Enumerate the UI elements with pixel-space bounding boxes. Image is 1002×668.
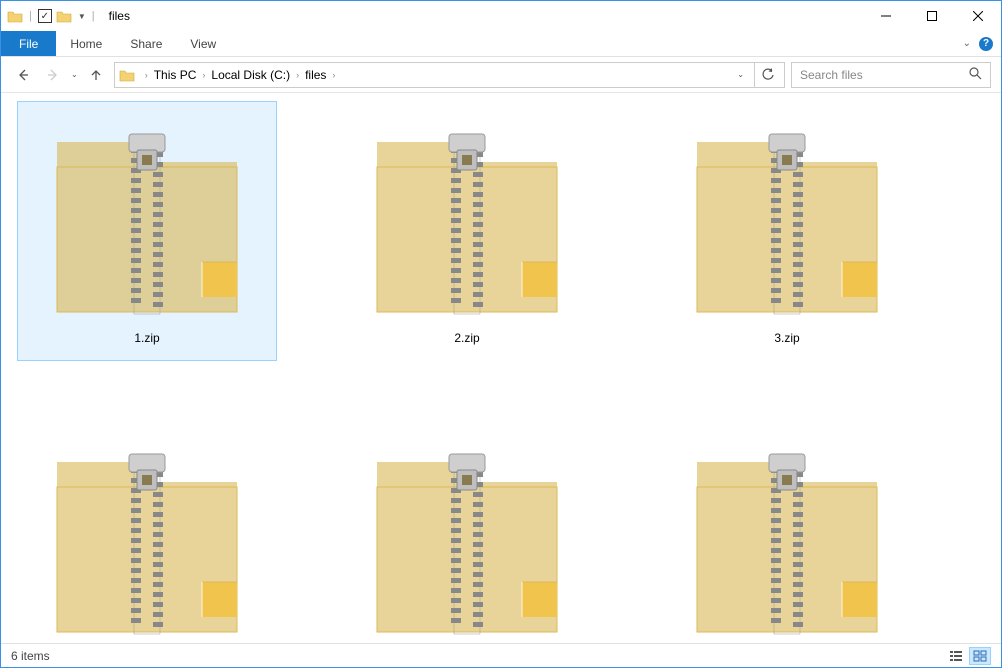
file-item[interactable]: 5.zip — [337, 421, 597, 643]
address-bar[interactable]: › This PC › Local Disk (C:) › files › ⌄ — [114, 62, 785, 88]
zip-folder-icon — [367, 117, 567, 327]
zip-folder-icon — [687, 117, 887, 327]
crumb-this-pc[interactable]: This PC — [154, 68, 197, 82]
zip-folder-icon — [367, 437, 567, 643]
ribbon-tab-home[interactable]: Home — [56, 31, 116, 56]
title-bar: | ✓ ▼ | files — [1, 1, 1001, 31]
file-item[interactable]: 1.zip — [17, 101, 277, 361]
nav-up-button[interactable] — [84, 63, 108, 87]
ribbon-tab-share[interactable]: Share — [116, 31, 176, 56]
navigation-row: ⌄ › This PC › Local Disk (C:) › files › … — [1, 57, 1001, 93]
address-history-dropdown-icon[interactable]: ⌄ — [737, 70, 744, 79]
file-item[interactable]: 2.zip — [337, 101, 597, 361]
crumb-sep-icon[interactable]: › — [332, 70, 335, 80]
file-label: 1.zip — [134, 331, 159, 345]
file-label: 2.zip — [454, 331, 479, 345]
maximize-button[interactable] — [909, 1, 955, 31]
file-item[interactable]: 4.zip — [17, 421, 277, 643]
status-bar: 6 items — [1, 643, 1001, 667]
nav-forward-button[interactable] — [41, 63, 65, 87]
ribbon-tab-view[interactable]: View — [176, 31, 230, 56]
crumb-sep-icon[interactable]: › — [145, 70, 148, 80]
view-large-icons-button[interactable] — [969, 647, 991, 665]
nav-recent-dropdown-icon[interactable]: ⌄ — [71, 70, 78, 79]
ribbon-expand-icon[interactable]: ⌄ — [963, 38, 971, 49]
crumb-sep-icon[interactable]: › — [296, 70, 299, 80]
file-grid[interactable]: 1.zip 2.zip 3.zip 4.zip 5.zip 6.zip — [1, 93, 1001, 643]
search-icon — [968, 66, 982, 83]
qat-separator: | — [29, 10, 32, 22]
zip-folder-icon — [47, 437, 247, 643]
address-folder-icon — [119, 68, 135, 82]
close-button[interactable] — [955, 1, 1001, 31]
ribbon-tabs: File Home Share View ⌄ ? — [1, 31, 1001, 57]
ribbon-tab-file[interactable]: File — [1, 31, 56, 56]
search-placeholder: Search files — [800, 68, 863, 82]
app-folder-icon — [7, 9, 23, 23]
view-details-button[interactable] — [945, 647, 967, 665]
file-label: 3.zip — [774, 331, 799, 345]
qat-folder-icon[interactable] — [56, 9, 72, 23]
file-item[interactable]: 3.zip — [657, 101, 917, 361]
qat-separator-2: | — [92, 10, 95, 22]
crumb-sep-icon[interactable]: › — [202, 70, 205, 80]
crumb-files[interactable]: files — [305, 68, 326, 82]
window-title: files — [109, 9, 130, 23]
minimize-button[interactable] — [863, 1, 909, 31]
crumb-local-disk[interactable]: Local Disk (C:) — [211, 68, 290, 82]
search-input[interactable]: Search files — [791, 62, 991, 88]
help-icon[interactable]: ? — [979, 37, 993, 51]
nav-back-button[interactable] — [11, 63, 35, 87]
qat-properties-toggle[interactable]: ✓ — [38, 9, 52, 23]
qat-dropdown-icon[interactable]: ▼ — [78, 12, 86, 21]
refresh-button[interactable] — [754, 63, 780, 87]
zip-folder-icon — [687, 437, 887, 643]
file-item[interactable]: 6.zip — [657, 421, 917, 643]
zip-folder-icon — [47, 117, 247, 327]
status-text: 6 items — [11, 649, 50, 663]
